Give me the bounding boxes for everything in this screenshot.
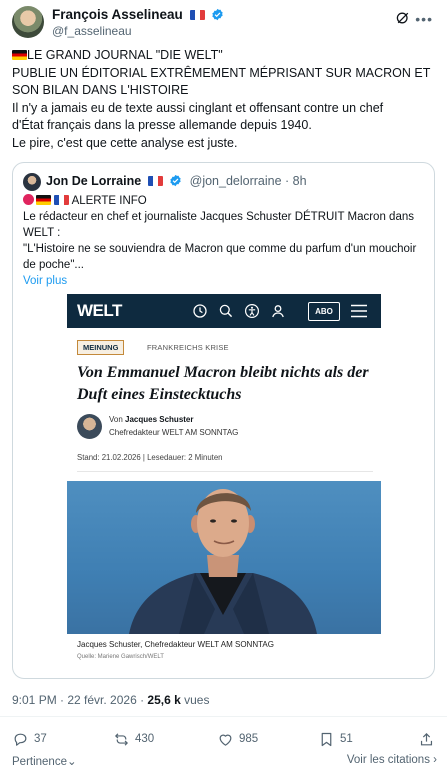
post-text-line: d'État français dans la presse allemande… — [12, 118, 312, 132]
like-button[interactable]: 985 — [217, 730, 258, 748]
repost-icon — [114, 732, 129, 746]
quote-text-line: WELT : — [23, 227, 61, 239]
red-circle-icon — [23, 194, 34, 205]
portrait-illustration — [129, 489, 317, 634]
quote-text-line: "L'Histoire ne se souviendra de Macron q… — [23, 243, 417, 255]
quote-text: ALERTE INFO Le rédacteur en chef et jour… — [23, 193, 428, 289]
bookmark-count: 51 — [340, 733, 353, 745]
author-avatar[interactable] — [12, 6, 44, 38]
article-byline: Von Jacques Schuster — [109, 415, 194, 424]
reply-button[interactable]: 37 — [12, 730, 47, 748]
quote-text-line: de poche"... — [23, 259, 84, 271]
welt-nav-icons — [192, 302, 286, 320]
quote-author-name[interactable]: Jon De Lorraine — [46, 174, 141, 188]
post-timestamp[interactable]: 9:01 PM · 22 févr. 2026 · — [12, 693, 147, 707]
views-count: 25,6 k — [147, 693, 181, 707]
voir-plus-link[interactable]: Voir plus — [23, 273, 428, 289]
welt-navbar: WELT ABO — [67, 294, 381, 328]
article-photo — [67, 481, 381, 634]
french-flag-icon — [54, 195, 69, 205]
author-name-text[interactable]: François Asselineau — [52, 7, 183, 22]
quote-text-line: Le rédacteur en chef et journaliste Jacq… — [23, 211, 414, 223]
share-icon — [420, 732, 433, 745]
grok-icon[interactable] — [395, 10, 411, 26]
quote-alert-line: ALERTE INFO — [23, 193, 428, 209]
post-text-line: PUBLIE UN ÉDITORIAL EXTRÊMEMENT MÉPRISAN… — [12, 65, 431, 80]
abo-button: ABO — [308, 302, 340, 321]
post-text-line: SON BILAN DANS L'HISTOIRE — [12, 83, 189, 97]
post-text-line: Il n'y a jamais eu de texte aussi cingla… — [12, 100, 384, 115]
bookmark-icon — [321, 732, 332, 746]
like-count: 985 — [239, 733, 259, 745]
welt-logo: WELT — [77, 301, 122, 320]
german-flag-icon — [36, 195, 51, 205]
accessibility-icon — [245, 304, 259, 318]
reply-icon — [14, 733, 27, 746]
more-icon[interactable]: ••• — [415, 11, 433, 27]
share-button[interactable] — [418, 730, 435, 748]
article-author-avatar — [77, 414, 102, 439]
chevron-down-icon: ⌄ — [66, 756, 77, 768]
article-headline: Von Emmanuel Macron bleibt nichts als de… — [77, 364, 369, 403]
clock-icon — [193, 304, 207, 318]
post-meta: 9:01 PM · 22 févr. 2026 · 25,6 k vues — [12, 693, 209, 707]
divider — [0, 716, 447, 717]
verified-badge-icon — [212, 8, 223, 21]
article-stand: Stand: 21.02.2026 | Lesedauer: 2 Minuten — [77, 453, 223, 462]
post-header: François Asselineau @f_asselineau ••• — [12, 6, 435, 42]
post-footer: Pertinence⌄ Voir les citations › — [12, 754, 437, 770]
photo-credit: Quelle: Mariene Gawrisch/WELT — [77, 654, 164, 660]
voir-citations-label[interactable]: Voir les citations — [347, 754, 430, 766]
article-author-role: Chefredakteur WELT AM SONNTAG — [109, 428, 239, 437]
pertinence-label[interactable]: Pertinence — [12, 756, 67, 768]
bookmark-button[interactable]: 51 — [318, 730, 353, 748]
voir-citations-link[interactable]: Voir les citations › — [347, 754, 437, 766]
verified-badge-icon — [170, 174, 181, 187]
menu-icon — [351, 304, 367, 318]
quote-author-avatar[interactable] — [23, 173, 41, 191]
search-icon — [219, 304, 233, 318]
account-icon — [272, 305, 284, 318]
article-divider — [77, 471, 373, 472]
repost-count: 430 — [135, 733, 155, 745]
author-handle[interactable]: @f_asselineau — [52, 24, 132, 38]
photo-caption: Jacques Schuster, Chefredakteur WELT AM … — [77, 640, 274, 649]
quote-alert: ALERTE INFO — [71, 195, 147, 207]
repost-button[interactable]: 430 — [113, 730, 154, 748]
article-image[interactable]: WELT ABO MEINUNG FRANKREICHS KRISE Von E… — [67, 294, 381, 666]
chevron-right-icon: › — [429, 754, 437, 766]
author-name[interactable]: François Asselineau — [52, 7, 224, 22]
post-text: LE GRAND JOURNAL "DIE WELT" PUBLIE UN ÉD… — [12, 47, 437, 152]
post-text-line: LE GRAND JOURNAL "DIE WELT" — [12, 47, 437, 65]
action-bar: 37 430 985 51 — [12, 730, 437, 748]
post-text-line: Le pire, c'est que cette analyse est jus… — [12, 135, 238, 150]
quote-author[interactable]: Jon De Lorraine @jon_delorraine · 8h — [46, 174, 307, 188]
german-flag-icon — [12, 50, 27, 60]
quoted-post[interactable]: Jon De Lorraine @jon_delorraine · 8h ALE… — [12, 162, 435, 679]
article-rubrik: FRANKREICHS KRISE — [147, 343, 229, 352]
french-flag-icon — [189, 10, 205, 20]
like-icon — [219, 734, 232, 746]
french-flag-icon — [147, 176, 163, 186]
reply-count: 37 — [34, 733, 47, 745]
pertinence-dropdown[interactable]: Pertinence⌄ — [12, 754, 77, 768]
views-label: vues — [180, 693, 210, 707]
article-kicker: MEINUNG — [77, 340, 125, 355]
quote-author-handle[interactable]: @jon_delorraine · 8h — [190, 174, 307, 188]
